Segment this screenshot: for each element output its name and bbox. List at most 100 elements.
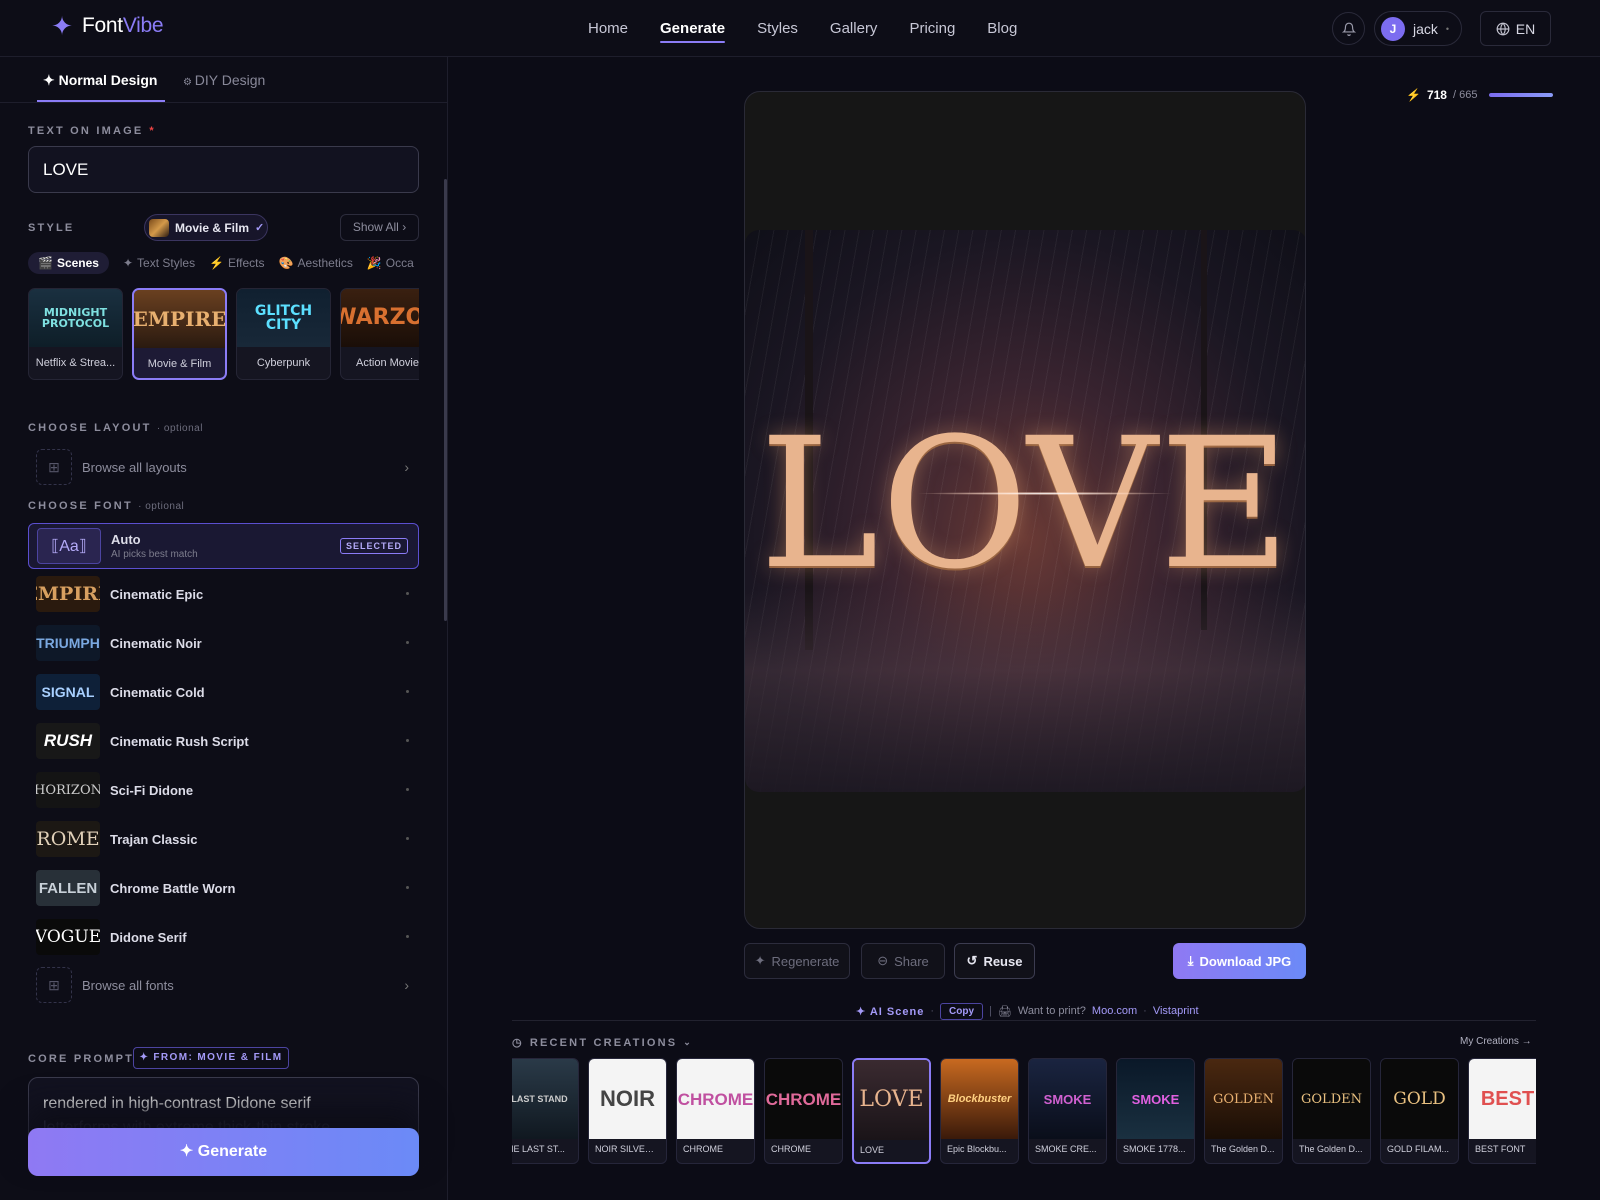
film-icon: 🎬 [38, 256, 53, 270]
style-card-image: MIDNIGHT PROTOCOL [29, 289, 122, 347]
logo[interactable]: ✦ FontVibe [50, 11, 164, 41]
chevron-right-icon: › [404, 459, 409, 475]
generated-image[interactable]: LOVE [745, 230, 1305, 792]
grid-icon: ⊞ [36, 967, 72, 1003]
lens-flare [915, 492, 1175, 495]
sidebar-scrollbar[interactable] [444, 179, 447, 621]
regenerate-button[interactable]: ✦ Regenerate [744, 943, 850, 979]
show-all-button[interactable]: Show All › [340, 214, 419, 241]
selected-badge: SELECTED [339, 538, 408, 554]
party-icon: 🎉 [366, 256, 382, 270]
style-thumbnail [149, 218, 169, 237]
subtab-scenes[interactable]: 🎬 Scenes [28, 252, 109, 274]
choose-font-label: CHOOSE FONT · optional [28, 500, 185, 512]
nav-blog[interactable]: Blog [987, 0, 1017, 57]
subtab-text-styles[interactable]: ✦ Text Styles [123, 256, 195, 270]
recent-item[interactable]: CHROME CHROME [764, 1058, 843, 1164]
font-option[interactable]: RUSH Cinematic Rush Script [28, 719, 419, 763]
my-creations-link[interactable]: My Creations → [1460, 1036, 1532, 1047]
core-prompt-label: CORE PROMPT [28, 1053, 135, 1065]
style-card-netflix[interactable]: MIDNIGHT PROTOCOL Netflix & Strea... [28, 288, 123, 380]
printer-icon: 🖨 [997, 1005, 1012, 1018]
recent-creations-header[interactable]: ◷ RECENT CREATIONS ⌄ [512, 1036, 693, 1050]
download-icon: ⤓ [1187, 953, 1194, 968]
recent-creations-list: LAST STAND HE LAST ST... NOIR NOIR SILVER … [512, 1058, 1536, 1164]
download-jpg-button[interactable]: ⤓ Download JPG [1173, 943, 1306, 979]
font-thumbnail: SIGNAL [36, 674, 100, 710]
subtab-effects[interactable]: ⚡ Effects [209, 256, 264, 270]
recent-item[interactable]: LAST STAND HE LAST ST... [512, 1058, 579, 1164]
font-option[interactable]: EMPIRE Cinematic Epic [28, 572, 419, 616]
font-option[interactable]: ROME Trajan Classic [28, 817, 419, 861]
language-selector[interactable]: EN [1480, 11, 1551, 46]
chevron-right-icon: › [402, 220, 407, 234]
share-button[interactable]: ⊖ Share [861, 943, 945, 979]
nav-styles[interactable]: Styles [757, 0, 798, 57]
font-thumbnail: RUSH [36, 723, 100, 759]
moo-link[interactable]: Moo.com [1092, 1005, 1137, 1017]
recent-item[interactable]: GOLDEN The Golden D... [1204, 1058, 1283, 1164]
ai-scene-label: ✦ AI Scene [856, 1005, 925, 1018]
style-card-image: GLITCH CITY [237, 289, 330, 347]
style-card-image: EMPIRE [134, 290, 225, 348]
artwork-text: LOVE [759, 400, 1293, 609]
font-thumbnail: VOGUE [36, 919, 100, 955]
notifications-button[interactable] [1332, 12, 1365, 45]
recent-item[interactable]: GOLDEN The Golden D... [1292, 1058, 1371, 1164]
reuse-button[interactable]: ↺ Reuse [954, 943, 1035, 979]
font-option-auto[interactable]: ⟦Aa⟧ Auto AI picks best match SELECTED [28, 523, 419, 569]
font-option[interactable]: HORIZON Sci-Fi Didone [28, 768, 419, 812]
style-card-cyberpunk[interactable]: GLITCH CITY Cyberpunk [236, 288, 331, 380]
lightning-icon: ⚡ [209, 256, 225, 270]
font-option[interactable]: FALLEN Chrome Battle Worn [28, 866, 419, 910]
meta-row: ✦ AI Scene · Copy | 🖨 Want to print? Moo… [856, 1002, 1199, 1020]
link-icon: ⊖ [877, 953, 889, 968]
gear-icon: ⚙ [183, 77, 195, 88]
font-option[interactable]: TRIUMPH Cinematic Noir [28, 621, 419, 665]
nav-home[interactable]: Home [588, 0, 628, 57]
selected-style-chip[interactable]: Movie & Film ✓ [144, 214, 268, 241]
recent-item[interactable]: Blockbuster Epic Blockbu... [940, 1058, 1019, 1164]
style-card-action-movie[interactable]: WARZON Action Movie [340, 288, 419, 380]
nav-gallery[interactable]: Gallery [830, 0, 878, 57]
style-cards: MIDNIGHT PROTOCOL Netflix & Strea... EMP… [28, 288, 419, 380]
browse-layouts-button[interactable]: ⊞ Browse all layouts › [28, 446, 419, 488]
text-on-image-input[interactable]: LOVE [28, 146, 419, 193]
prompt-source-badge: ✦ FROM: MOVIE & FILM [133, 1047, 289, 1069]
sidebar: ✦ Normal Design ⚙ DIY Design TEXT ON IMA… [0, 57, 448, 1200]
subtab-aesthetics[interactable]: 🎨 Aesthetics [279, 256, 353, 270]
user-menu[interactable]: J jack • [1374, 11, 1462, 46]
sparkle-icon: ✦ [122, 256, 134, 270]
recent-item[interactable]: BEST BEST FONT [1468, 1058, 1536, 1164]
nav-generate[interactable]: Generate [660, 0, 726, 57]
nav-pricing[interactable]: Pricing [909, 0, 955, 57]
browse-fonts-button[interactable]: ⊞ Browse all fonts › [28, 964, 419, 1006]
subtab-occasions[interactable]: 🎉 Occa [367, 256, 414, 270]
generate-button[interactable]: ✦ Generate [28, 1128, 419, 1176]
text-on-image-label: TEXT ON IMAGE * [28, 125, 156, 137]
font-option[interactable]: SIGNAL Cinematic Cold [28, 670, 419, 714]
credits-bar [1489, 93, 1554, 97]
font-thumbnail: TRIUMPH [36, 625, 100, 661]
choose-layout-label: CHOOSE LAYOUT · optional [28, 422, 203, 434]
font-option[interactable]: VOGUE Didone Serif [28, 915, 419, 959]
vistaprint-link[interactable]: Vistaprint [1153, 1005, 1199, 1017]
brand-name: FontVibe [82, 14, 164, 37]
tab-normal-design[interactable]: ✦ Normal Design [36, 57, 166, 103]
sparkle-icon: ✦ [51, 11, 73, 41]
style-card-movie-film[interactable]: EMPIRE Movie & Film [132, 288, 227, 380]
tab-diy-design[interactable]: ⚙ DIY Design [183, 57, 265, 103]
copy-button[interactable]: Copy [940, 1002, 984, 1020]
recent-item[interactable]: SMOKE SMOKE CRE... [1028, 1058, 1107, 1164]
recent-item[interactable]: GOLD GOLD FILAM... [1380, 1058, 1459, 1164]
main-nav: Home Generate Styles Gallery Pricing Blo… [588, 0, 1017, 57]
recent-item[interactable]: SMOKE SMOKE 1778... [1116, 1058, 1195, 1164]
bell-icon [1341, 22, 1356, 36]
chevron-down-icon: • [1445, 23, 1450, 34]
language-label: EN [1515, 20, 1536, 37]
style-label: STYLE [28, 222, 75, 234]
recent-item-selected[interactable]: LOVE LOVE [852, 1058, 931, 1164]
recent-item[interactable]: CHROME CHROME [676, 1058, 755, 1164]
lightning-icon: ⚡ [1406, 88, 1421, 102]
recent-item[interactable]: NOIR NOIR SILVER ... [588, 1058, 667, 1164]
